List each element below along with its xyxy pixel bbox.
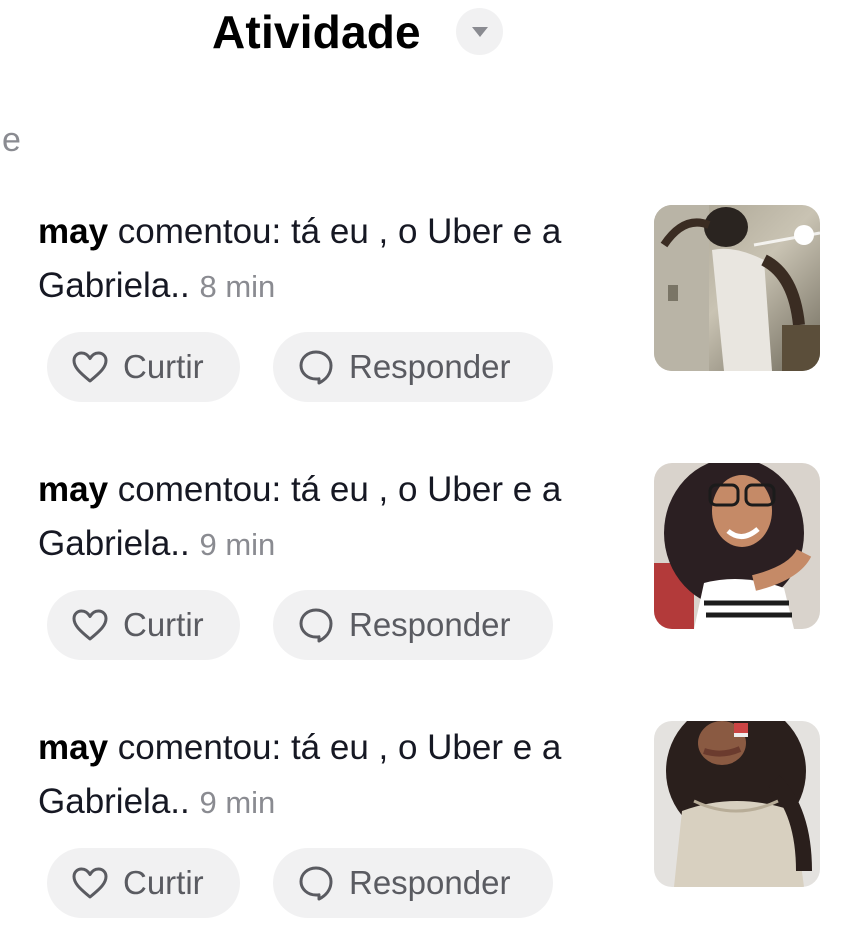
reply-button[interactable]: Responder (273, 332, 553, 402)
like-button[interactable]: Curtir (47, 590, 240, 660)
like-label: Curtir (123, 606, 204, 643)
heart-outline-icon (71, 606, 109, 644)
timestamp: 9 min (199, 527, 276, 562)
activity-item[interactable]: may comentou: tá eu , o Uber e a Gabriel… (0, 721, 866, 941)
section-label-fragment: e (2, 121, 21, 159)
heart-outline-icon (71, 348, 109, 386)
activity-filter-dropdown[interactable] (456, 8, 503, 55)
page-title: Atividade (212, 6, 421, 58)
comment-action: comentou: tá eu , o Uber e a Gabriela.. (38, 212, 562, 305)
video-thumbnail[interactable] (654, 721, 820, 887)
heart-outline-icon (71, 864, 109, 902)
reply-label: Responder (349, 864, 511, 901)
video-thumbnail[interactable] (654, 205, 820, 371)
reply-label: Responder (349, 606, 511, 643)
timestamp: 8 min (199, 269, 276, 304)
caret-down-icon (471, 26, 488, 37)
like-label: Curtir (123, 864, 204, 901)
like-button[interactable]: Curtir (47, 332, 240, 402)
like-label: Curtir (123, 348, 204, 385)
speech-bubble-icon (297, 348, 335, 386)
video-thumbnail[interactable] (654, 463, 820, 629)
username[interactable]: may (38, 728, 108, 767)
username[interactable]: may (38, 212, 108, 251)
comment-action: comentou: tá eu , o Uber e a Gabriela.. (38, 470, 562, 563)
speech-bubble-icon (297, 864, 335, 902)
activity-item[interactable]: may comentou: tá eu , o Uber e a Gabriel… (0, 463, 866, 683)
reply-button[interactable]: Responder (273, 590, 553, 660)
comment-text: may comentou: tá eu , o Uber e a Gabriel… (38, 721, 628, 830)
reply-button[interactable]: Responder (273, 848, 553, 918)
comment-text: may comentou: tá eu , o Uber e a Gabriel… (38, 463, 628, 572)
comment-text: may comentou: tá eu , o Uber e a Gabriel… (38, 205, 628, 314)
username[interactable]: may (38, 470, 108, 509)
speech-bubble-icon (297, 606, 335, 644)
header: Atividade (0, 0, 866, 70)
activity-item[interactable]: may comentou: tá eu , o Uber e a Gabriel… (0, 205, 866, 425)
comment-action: comentou: tá eu , o Uber e a Gabriela.. (38, 728, 562, 821)
timestamp: 9 min (199, 785, 276, 820)
reply-label: Responder (349, 348, 511, 385)
like-button[interactable]: Curtir (47, 848, 240, 918)
